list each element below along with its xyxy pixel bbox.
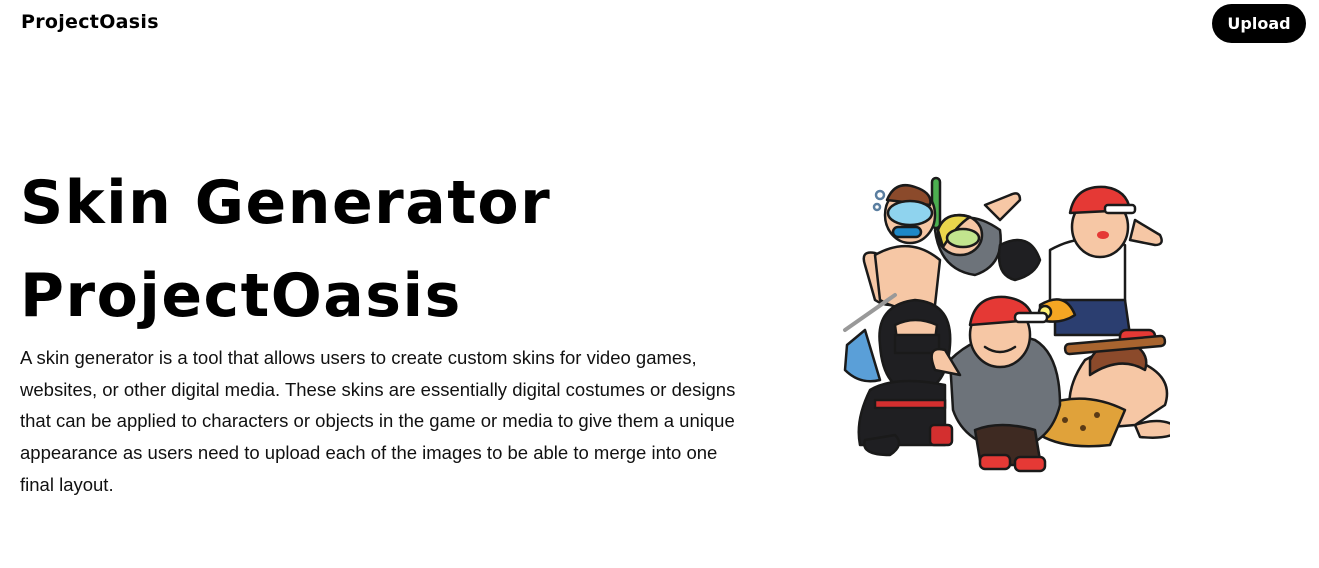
cartoon-characters-illustration bbox=[835, 175, 1182, 475]
upload-button[interactable]: Upload bbox=[1212, 4, 1306, 43]
hero-title-line-2: ProjectOasis bbox=[20, 261, 462, 331]
hero-title: Skin Generator ProjectOasis bbox=[20, 157, 640, 343]
cartoon-characters-icon bbox=[843, 176, 1182, 473]
page: ProjectOasis Upload Skin Generator Proje… bbox=[0, 0, 1319, 568]
hero-title-line-1: Skin Generator bbox=[20, 168, 552, 238]
hero-description: A skin generator is a tool that allows u… bbox=[20, 347, 736, 495]
brand-logo[interactable]: ProjectOasis bbox=[21, 11, 159, 33]
